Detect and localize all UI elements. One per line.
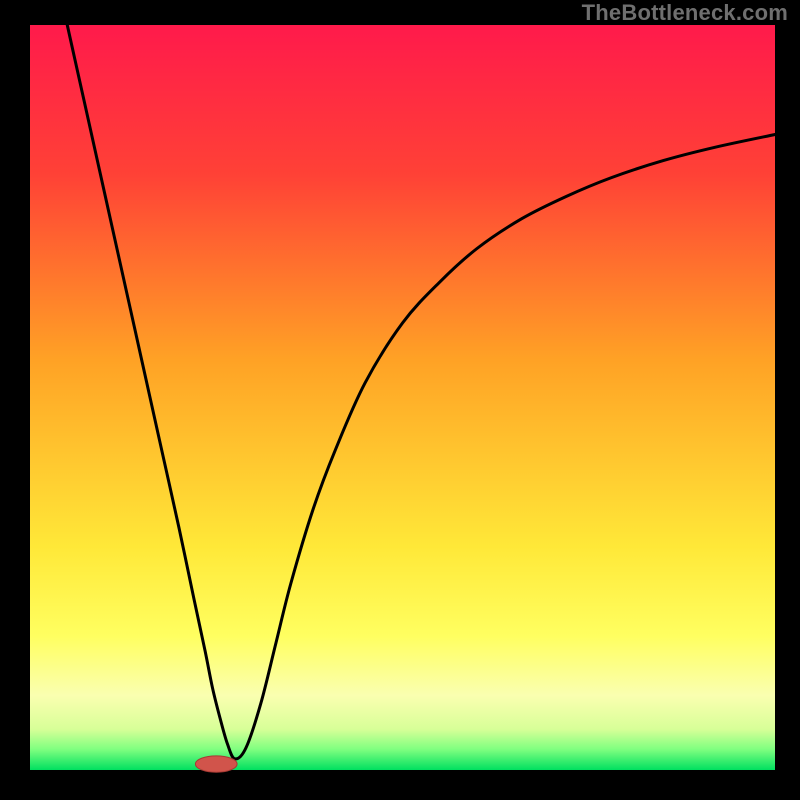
chart-svg [0,0,800,800]
minimum-marker [195,756,237,772]
plot-background [30,25,775,770]
watermark-text: TheBottleneck.com [582,0,788,26]
chart-wrapper: TheBottleneck.com [0,0,800,800]
